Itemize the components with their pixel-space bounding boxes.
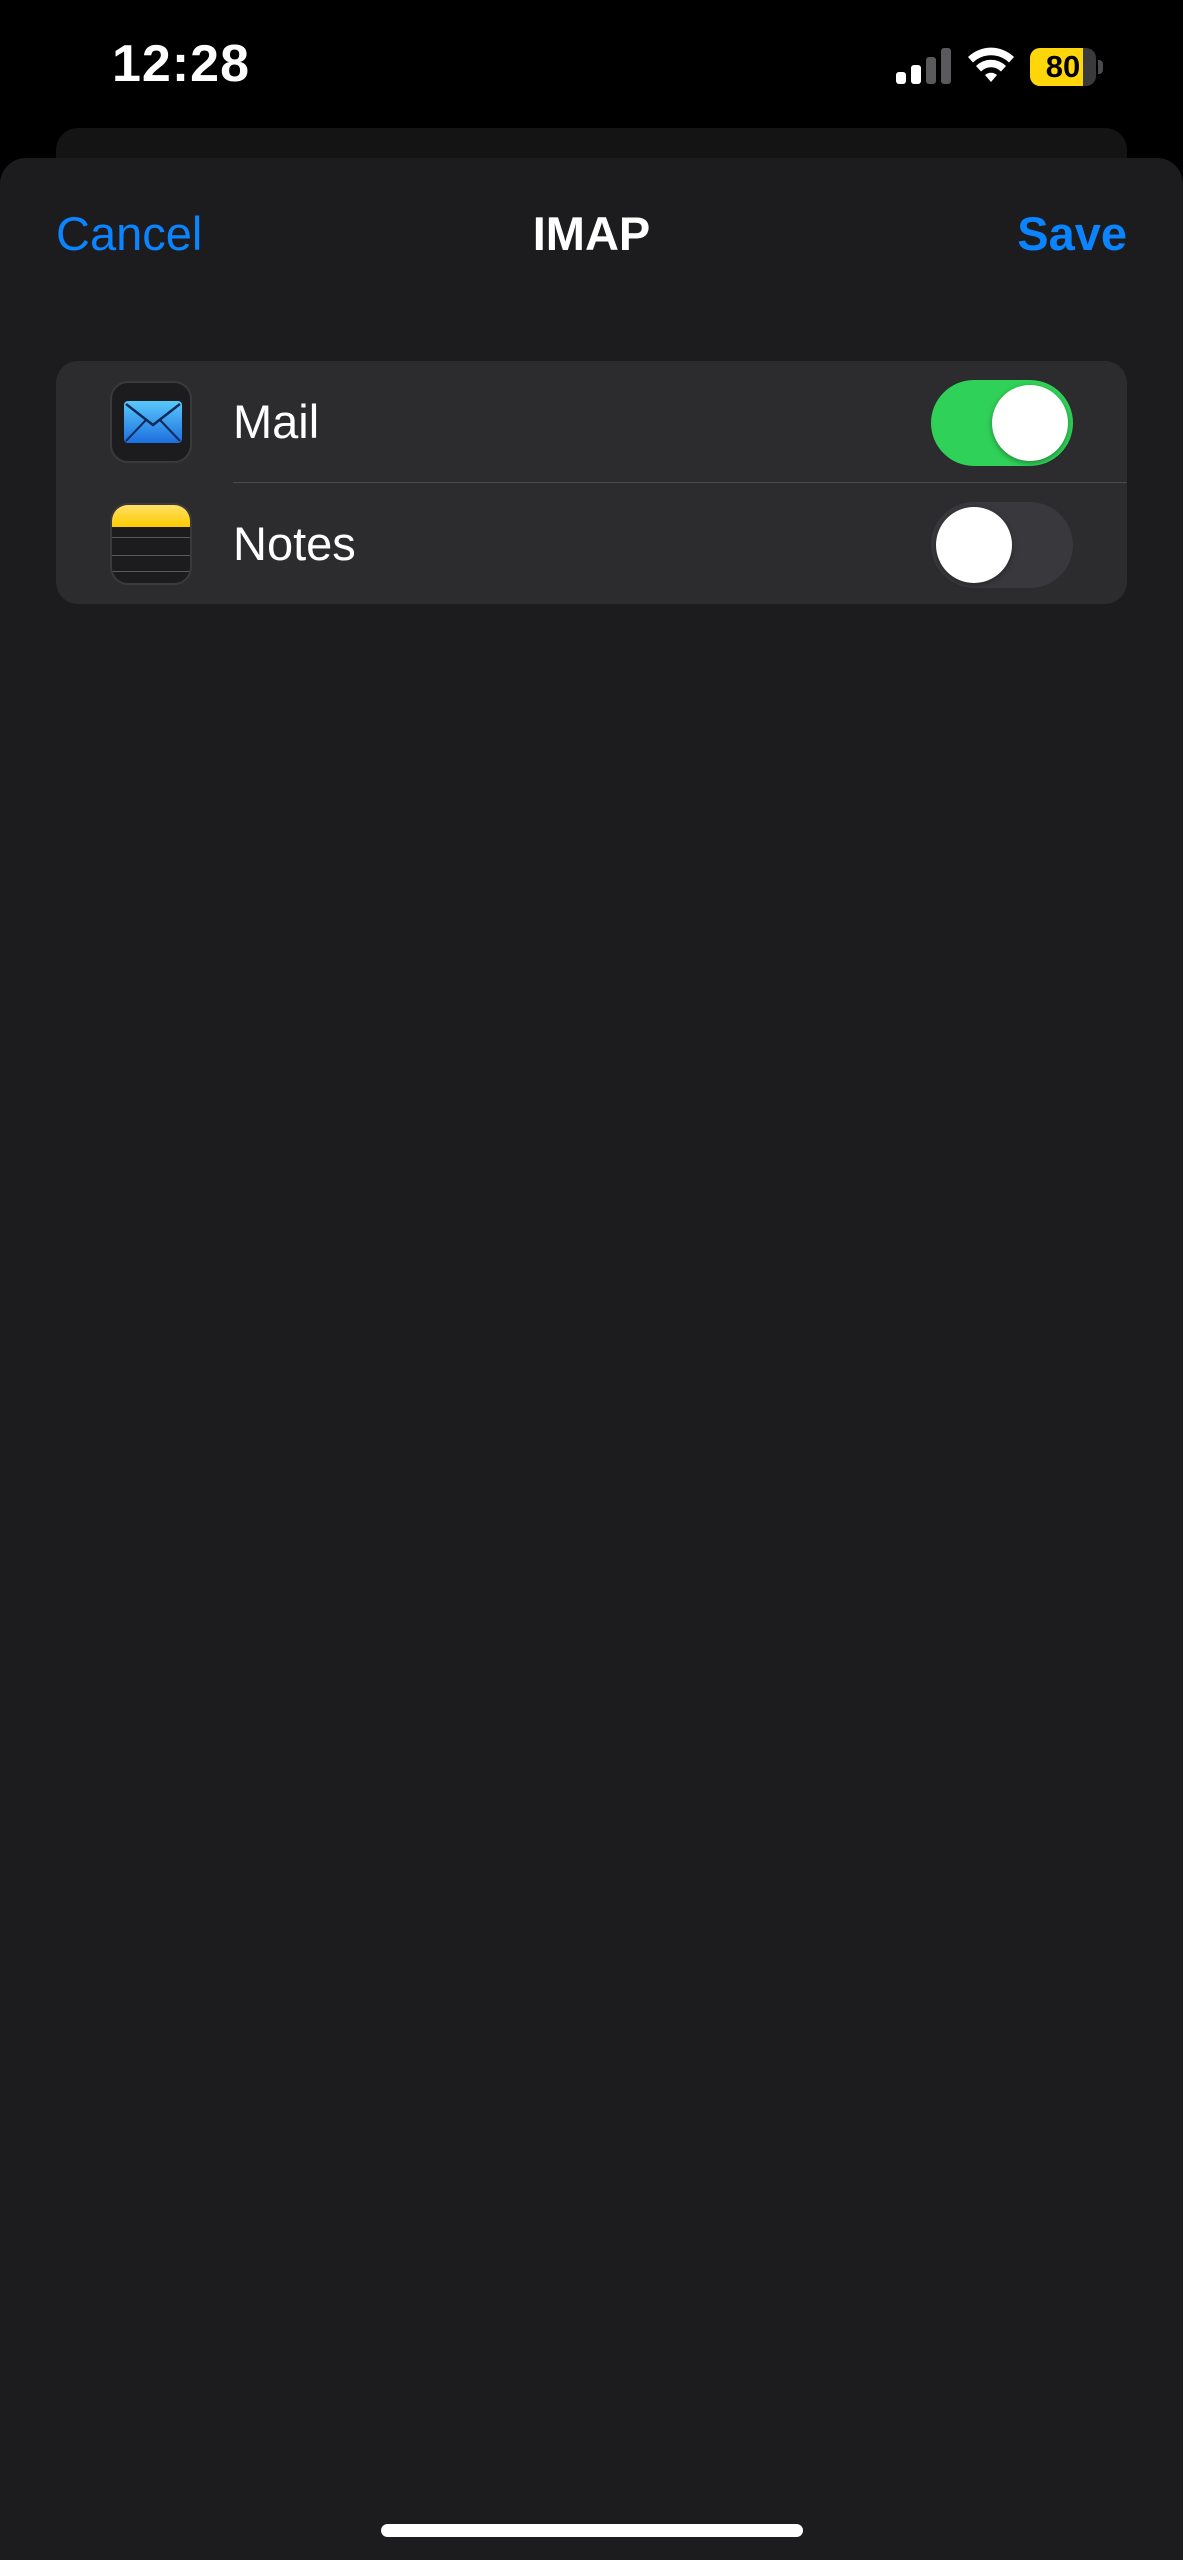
app-sync-settings-group: Mail Notes [56,361,1127,604]
battery-icon: 80 [1030,48,1096,86]
save-button[interactable]: Save [1017,206,1127,261]
battery-level: 80 [1045,49,1081,84]
notes-icon-line [112,555,190,556]
notes-icon-line [112,537,190,538]
mail-label: Mail [233,395,320,448]
mail-toggle[interactable] [931,380,1073,466]
settings-row-mail[interactable]: Mail [56,361,1127,482]
settings-row-notes[interactable]: Notes [56,483,1127,604]
notes-toggle[interactable] [931,502,1073,588]
toggle-knob [992,385,1068,461]
status-bar: 12:28 80 [0,0,1183,130]
mail-app-icon [110,381,192,463]
notes-label: Notes [233,517,356,570]
notes-icon-line [112,571,190,572]
battery-cap [1098,60,1103,74]
wifi-icon [968,47,1014,82]
home-indicator[interactable] [381,2524,803,2537]
battery-indicator: 80 [1030,48,1103,86]
status-time: 12:28 [112,35,250,93]
notes-app-icon [110,503,192,585]
cancel-button[interactable]: Cancel [56,206,202,261]
notes-icon-header [112,505,190,527]
cellular-signal-icon [896,48,951,84]
toggle-knob [936,507,1012,583]
